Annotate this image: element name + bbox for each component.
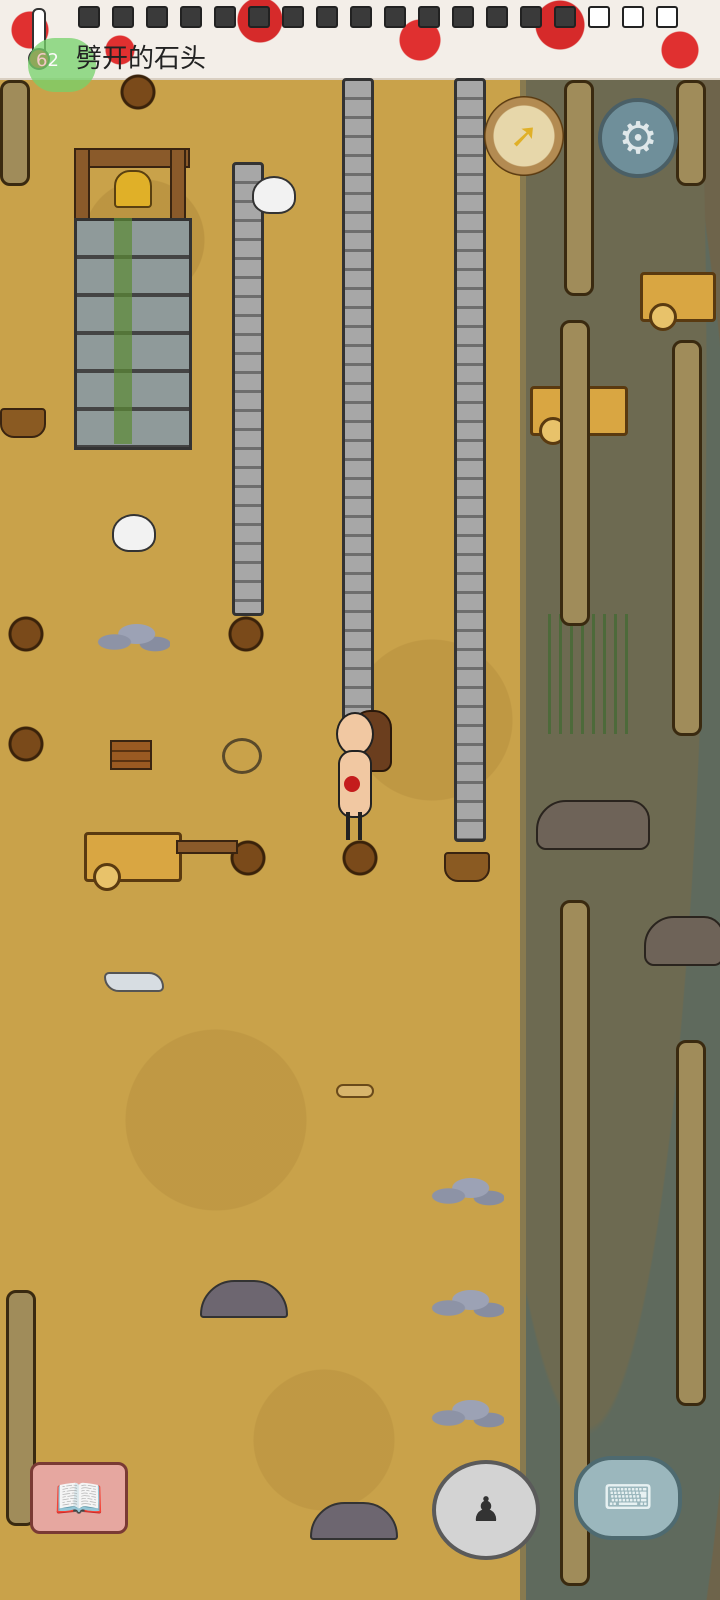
food-pip	[248, 6, 270, 28]
cart-wheel	[93, 863, 121, 891]
rope[interactable]	[222, 738, 262, 774]
dead-tree[interactable]	[676, 80, 706, 186]
compass-icon: ➚	[509, 116, 539, 156]
dead-tree[interactable]	[560, 320, 590, 626]
dead-tree[interactable]	[672, 340, 702, 736]
food-pip	[520, 6, 542, 28]
keyboard-icon: ⌨	[603, 1478, 653, 1518]
book-icon: 📖	[54, 1475, 104, 1522]
emote-icon: ♟	[470, 1490, 502, 1530]
player-leg	[358, 812, 362, 840]
food-pip	[384, 6, 406, 28]
emote-button[interactable]: ♟	[432, 1460, 540, 1560]
chat-keyboard-button[interactable]: ⌨	[574, 1456, 682, 1540]
food-pip	[316, 6, 338, 28]
tree-stump[interactable]	[6, 612, 46, 652]
player-leg	[346, 812, 350, 840]
bell-tower[interactable]	[74, 148, 192, 450]
moss	[114, 218, 132, 444]
tower-post	[74, 148, 90, 222]
compass-button[interactable]: ➚	[484, 96, 564, 176]
tree-stump[interactable]	[6, 722, 46, 762]
stick[interactable]	[336, 1084, 374, 1098]
stone-wall[interactable]	[232, 162, 264, 616]
tree-stump[interactable]	[340, 836, 380, 876]
settings-button[interactable]: ⚙	[598, 98, 678, 178]
food-pip	[112, 6, 134, 28]
game-world[interactable]: 62 劈开的石头 ➚ ⚙ 📖 ♟ ⌨	[0, 0, 720, 1600]
food-pip	[78, 6, 100, 28]
handcart[interactable]	[84, 832, 182, 891]
handcart[interactable]	[640, 272, 716, 331]
wound-icon	[344, 776, 360, 792]
stone-wall[interactable]	[454, 78, 486, 842]
big-rocks[interactable]	[96, 616, 170, 656]
food-pip	[214, 6, 236, 28]
stone-pile[interactable]	[310, 1502, 398, 1540]
food-pip	[486, 6, 508, 28]
dead-tree[interactable]	[0, 80, 30, 186]
dead-tree[interactable]	[676, 1040, 706, 1406]
stone-wall[interactable]	[342, 78, 374, 724]
cart-handle	[176, 840, 238, 854]
reeds[interactable]	[540, 614, 630, 734]
basket[interactable]	[0, 408, 46, 438]
big-rocks[interactable]	[430, 1170, 504, 1210]
tree-stump[interactable]	[118, 70, 158, 110]
gear-icon: ⚙	[618, 112, 658, 164]
firewood[interactable]	[110, 740, 152, 770]
skeleton-bones[interactable]	[252, 176, 296, 214]
dead-tree[interactable]	[564, 80, 594, 296]
wolf[interactable]	[536, 800, 650, 850]
player-character[interactable]	[330, 710, 392, 842]
cart-wheel	[649, 303, 677, 331]
food-pip	[180, 6, 202, 28]
wolf[interactable]	[644, 916, 720, 966]
food-pip	[146, 6, 168, 28]
food-pip-empty	[588, 6, 610, 28]
food-pip	[452, 6, 474, 28]
tower-stone-base	[74, 218, 192, 450]
food-pip-empty	[656, 6, 678, 28]
food-pip-empty	[622, 6, 644, 28]
big-rocks[interactable]	[430, 1282, 504, 1322]
bell-icon	[114, 170, 152, 208]
basket[interactable]	[444, 852, 490, 882]
stone-pile[interactable]	[200, 1280, 288, 1318]
food-pip	[350, 6, 372, 28]
sharp-stone[interactable]	[104, 972, 164, 992]
food-meter	[78, 6, 678, 28]
tower-post	[170, 148, 186, 222]
food-pip	[418, 6, 440, 28]
big-rocks[interactable]	[430, 1392, 504, 1432]
food-pip	[282, 6, 304, 28]
tech-tree-button[interactable]: 📖	[30, 1462, 128, 1534]
food-pip	[554, 6, 576, 28]
tree-stump[interactable]	[226, 612, 266, 652]
skeleton-bones[interactable]	[112, 514, 156, 552]
